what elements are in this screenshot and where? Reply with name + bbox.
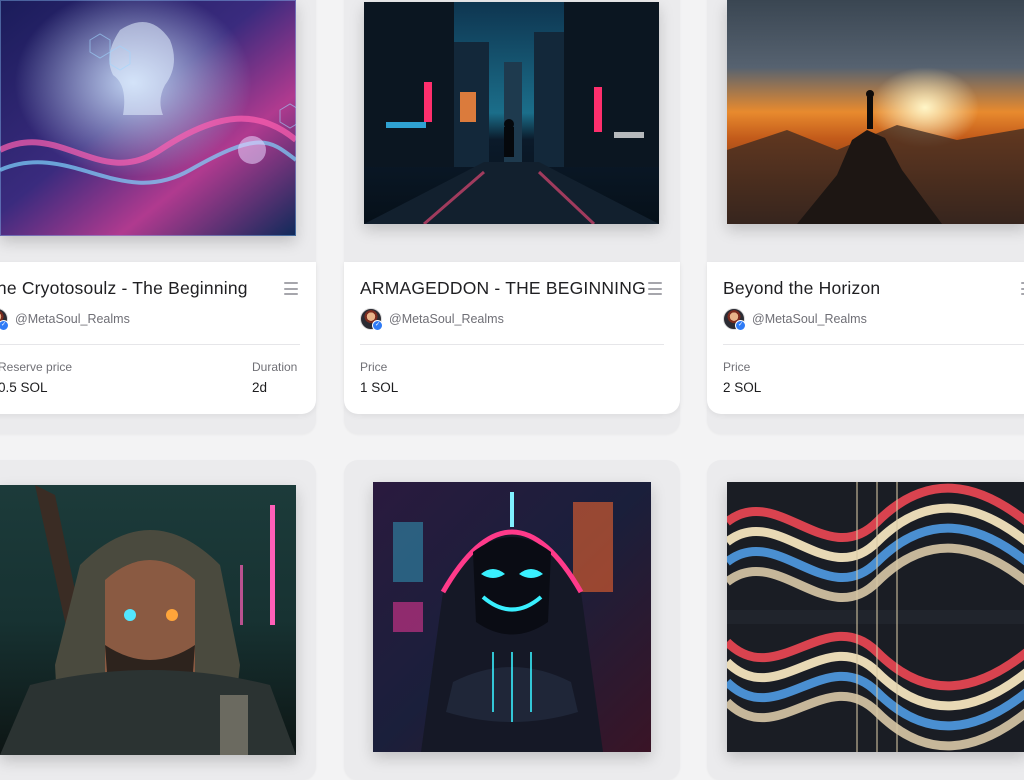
nft-title[interactable]: ARMAGEDDON - THE BEGINNING [360,278,646,299]
nft-card[interactable] [344,460,680,780]
nft-artwork-image[interactable] [364,2,659,224]
nft-card[interactable]: ARMAGEDDON - THE BEGINNING ✓ @MetaSoul_R… [344,0,680,434]
nft-title[interactable]: The Cryotosoulz - The Beginning [0,278,248,299]
nft-artwork-image[interactable] [727,0,1024,224]
verified-badge-icon: ✓ [0,320,9,331]
nft-title[interactable]: Beyond the Horizon [723,278,880,299]
nft-artwork-image[interactable] [0,0,296,236]
nft-card[interactable] [707,460,1024,780]
creator-row[interactable]: ✓ @MetaSoul_Realms [0,308,130,331]
nft-artwork-image[interactable] [373,482,651,752]
price-value: 1 SOL [360,380,399,395]
price-value: 0.5 SOL [0,380,48,395]
nft-card[interactable] [0,460,316,780]
price-label: Reserve price [0,360,73,374]
duration-label: Duration [252,360,298,374]
verified-badge-icon: ✓ [735,320,746,331]
avatar: ✓ [0,308,9,331]
nft-card-info: ARMAGEDDON - THE BEGINNING ✓ @MetaSoul_R… [344,262,680,414]
price-label: Price [723,360,751,374]
neon-city-street-artwork [364,2,659,224]
creator-row[interactable]: ✓ @MetaSoul_Realms [723,308,867,331]
menu-icon[interactable] [284,282,298,295]
divider [0,344,300,345]
nft-card[interactable]: Beyond the Horizon ✓ @MetaSoul_Realms Pr… [707,0,1024,434]
divider [360,344,664,345]
circuit-waves-artwork [727,482,1024,752]
menu-icon[interactable] [648,282,662,295]
sunset-summit-artwork [727,0,1024,224]
creator-handle[interactable]: @MetaSoul_Realms [15,312,130,326]
cosmic-ai-head-artwork [0,0,296,236]
neon-hacker-artwork [373,482,651,752]
creator-handle[interactable]: @MetaSoul_Realms [752,312,867,326]
nft-card[interactable]: The Cryotosoulz - The Beginning ✓ @MetaS… [0,0,316,434]
price-value: 2 SOL [723,380,762,395]
duration-value: 2d [252,380,268,395]
creator-row[interactable]: ✓ @MetaSoul_Realms [360,308,504,331]
nft-card-info: The Cryotosoulz - The Beginning ✓ @MetaS… [0,262,316,414]
price-label: Price [360,360,388,374]
verified-badge-icon: ✓ [372,320,383,331]
nft-artwork-image[interactable] [0,485,296,755]
avatar: ✓ [360,308,383,331]
hooded-warrior-artwork [0,485,296,755]
creator-handle[interactable]: @MetaSoul_Realms [389,312,504,326]
divider [723,344,1024,345]
nft-artwork-image[interactable] [727,482,1024,752]
nft-card-info: Beyond the Horizon ✓ @MetaSoul_Realms Pr… [707,262,1024,414]
avatar: ✓ [723,308,746,331]
